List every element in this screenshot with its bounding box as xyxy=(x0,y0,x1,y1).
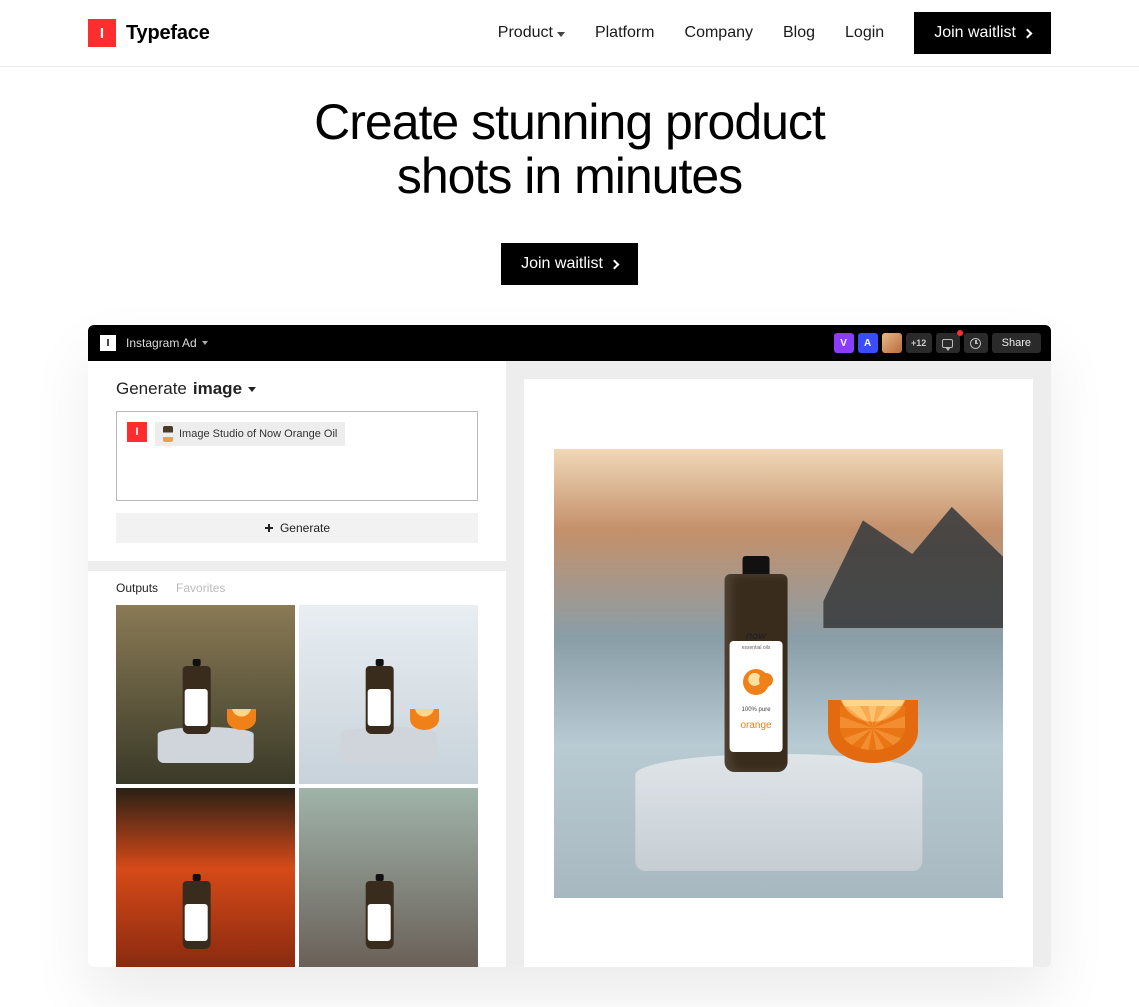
nav-links: Product Platform Company Blog Login Join… xyxy=(498,12,1051,54)
app-body: Generate image I Image Studio of Now Ora… xyxy=(88,361,1051,967)
product-label-line1: 100% pure xyxy=(742,707,771,713)
brand[interactable]: I Typeface xyxy=(88,19,210,47)
asset-thumbnail-icon xyxy=(163,426,173,442)
history-button[interactable] xyxy=(964,333,988,353)
avatar-user-photo[interactable] xyxy=(882,333,902,353)
chevron-down-icon xyxy=(557,32,565,37)
generate-mode-dropdown[interactable]: Generate image xyxy=(116,379,478,399)
product-brand-text: now xyxy=(746,631,766,642)
nav-link-label: Product xyxy=(498,24,553,42)
output-thumbnail[interactable] xyxy=(116,788,295,967)
output-thumbnail[interactable] xyxy=(299,788,478,967)
output-thumbnail[interactable] xyxy=(116,605,295,784)
app-mock: I Instagram Ad V A +12 Share xyxy=(88,325,1051,967)
sparkle-icon xyxy=(264,523,274,533)
prompt-input[interactable]: I Image Studio of Now Orange Oil xyxy=(116,411,478,501)
share-button[interactable]: Share xyxy=(992,333,1041,353)
top-nav: I Typeface Product Platform Company Blog… xyxy=(0,0,1139,67)
avatar-user-a[interactable]: A xyxy=(858,333,878,353)
generate-section: Generate image I Image Studio of Now Ora… xyxy=(88,361,506,561)
app-logo-icon: I xyxy=(100,335,116,351)
generate-head-mode: image xyxy=(193,379,242,399)
comment-icon xyxy=(942,339,953,348)
nav-link-platform[interactable]: Platform xyxy=(595,24,655,42)
brand-logo-icon: I xyxy=(88,19,116,47)
join-waitlist-label: Join waitlist xyxy=(934,24,1016,42)
nav-link-product[interactable]: Product xyxy=(498,24,565,42)
hero-headline-line2: shots in minutes xyxy=(397,148,742,204)
document-title-dropdown[interactable]: Instagram Ad xyxy=(126,336,208,350)
app-bar-right: V A +12 Share xyxy=(834,333,1041,353)
orange-graphic-icon xyxy=(743,669,769,695)
document-title: Instagram Ad xyxy=(126,336,197,350)
nav-link-blog[interactable]: Blog xyxy=(783,24,815,42)
results-tabs: Outputs Favorites xyxy=(88,561,506,605)
preview-panel: now essential oils 100% pure orange xyxy=(524,379,1033,967)
preview-image[interactable]: now essential oils 100% pure orange xyxy=(554,449,1003,898)
avatar-overflow-count[interactable]: +12 xyxy=(906,333,932,353)
app-mock-wrapper: I Instagram Ad V A +12 Share xyxy=(0,325,1139,1007)
asset-chip-label: Image Studio of Now Orange Oil xyxy=(179,428,337,440)
chevron-down-icon xyxy=(202,341,208,345)
tab-favorites[interactable]: Favorites xyxy=(176,581,225,595)
product-brand-sub: essential oils xyxy=(742,645,771,651)
generate-button[interactable]: Generate xyxy=(116,513,478,543)
product-label-line2: orange xyxy=(740,720,771,731)
chevron-down-icon xyxy=(248,387,256,392)
background-mountain xyxy=(823,493,1003,628)
nav-link-login[interactable]: Login xyxy=(845,24,884,42)
chevron-right-icon xyxy=(609,259,619,269)
notification-dot-icon xyxy=(957,330,963,336)
chevron-right-icon xyxy=(1023,28,1033,38)
tab-outputs[interactable]: Outputs xyxy=(116,581,158,595)
brand-name: Typeface xyxy=(126,22,210,45)
hero-headline-line1: Create stunning product xyxy=(314,94,825,150)
generate-button-label: Generate xyxy=(280,521,330,535)
join-waitlist-button[interactable]: Join waitlist xyxy=(914,12,1051,54)
generate-head-prefix: Generate xyxy=(116,379,187,399)
hero-cta-label: Join waitlist xyxy=(521,255,603,273)
prompt-logo-icon: I xyxy=(127,422,147,442)
orange-half-prop xyxy=(828,700,918,763)
comments-button[interactable] xyxy=(936,333,960,353)
nav-link-company[interactable]: Company xyxy=(685,24,753,42)
hero-join-waitlist-button[interactable]: Join waitlist xyxy=(501,243,638,285)
outputs-grid xyxy=(88,605,506,967)
left-panel: Generate image I Image Studio of Now Ora… xyxy=(88,361,506,967)
clock-icon xyxy=(970,338,981,349)
avatar-user-v[interactable]: V xyxy=(834,333,854,353)
hero: Create stunning product shots in minutes… xyxy=(0,67,1139,325)
output-thumbnail[interactable] xyxy=(299,605,478,784)
hero-headline: Create stunning product shots in minutes xyxy=(20,95,1119,203)
asset-chip[interactable]: Image Studio of Now Orange Oil xyxy=(155,422,345,446)
app-bar: I Instagram Ad V A +12 Share xyxy=(88,325,1051,361)
app-bar-left: I Instagram Ad xyxy=(100,335,208,351)
